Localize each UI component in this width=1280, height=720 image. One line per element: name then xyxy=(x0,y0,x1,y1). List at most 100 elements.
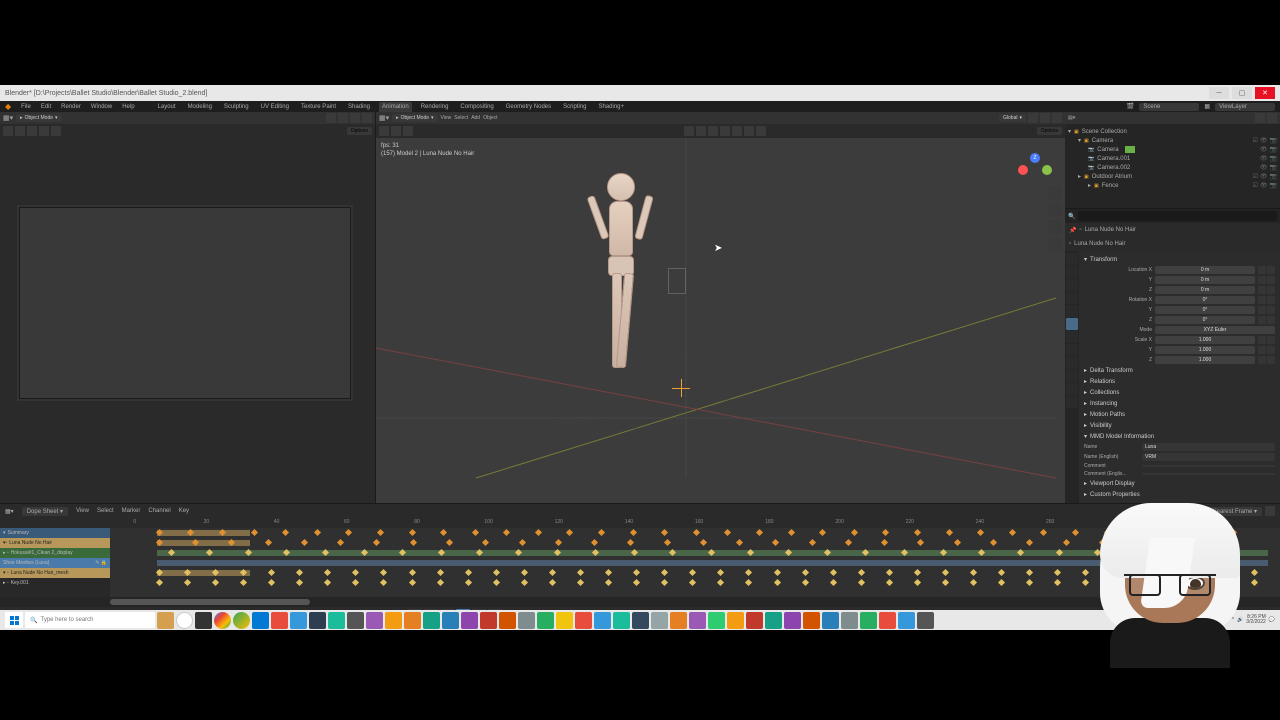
menu-channel[interactable]: Channel xyxy=(148,508,170,514)
snap-btn[interactable] xyxy=(1040,113,1050,123)
move-tool[interactable] xyxy=(403,126,413,136)
tab-texture[interactable]: Texture Paint xyxy=(298,102,339,112)
visibility-header[interactable]: ▸Visibility xyxy=(1084,420,1275,431)
viewport-3d[interactable]: fps: 31 (157) Model 2 | Luna Nude No Hai… xyxy=(376,138,1065,503)
camera-object[interactable] xyxy=(668,268,686,294)
outliner-icon[interactable]: ▤▾ xyxy=(1068,115,1075,121)
anim-icon[interactable] xyxy=(1267,266,1275,274)
select-tool[interactable] xyxy=(3,126,13,136)
overlay-toggle[interactable] xyxy=(696,126,706,136)
taskbar-app-36[interactable] xyxy=(822,612,839,629)
editor-type-icon[interactable]: ▦▾ xyxy=(5,508,14,515)
tab-sculpting[interactable]: Sculpting xyxy=(221,102,252,112)
menu-view[interactable]: View xyxy=(76,508,89,514)
outliner-item[interactable]: ▾▣Camera ☑👁📷 xyxy=(1068,136,1277,145)
rotation-mode[interactable]: XYZ Euler xyxy=(1155,326,1275,334)
motion-paths-header[interactable]: ▸Motion Paths xyxy=(1084,409,1275,420)
menu-key[interactable]: Key xyxy=(179,508,189,514)
rotation-y[interactable]: 0° xyxy=(1155,306,1255,314)
notifications-icon[interactable]: 💬 xyxy=(1269,617,1275,623)
taskbar-app-18[interactable] xyxy=(480,612,497,629)
pan-icon[interactable] xyxy=(1048,203,1062,217)
taskbar-app-15[interactable] xyxy=(423,612,440,629)
scene-tab[interactable] xyxy=(1066,292,1078,304)
mode-dropdown-left[interactable]: ▸Object Mode▾ xyxy=(16,114,61,122)
mmd-header[interactable]: ▾MMD Model Information xyxy=(1084,431,1275,442)
shading-matprev[interactable] xyxy=(744,126,754,136)
menu-select[interactable]: Select xyxy=(97,508,114,514)
menu-help[interactable]: Help xyxy=(122,104,134,110)
perspective-icon[interactable] xyxy=(1048,237,1062,251)
render-tab[interactable] xyxy=(1066,253,1078,265)
taskbar-app-7[interactable] xyxy=(271,612,288,629)
menu-file[interactable]: File xyxy=(21,104,31,110)
taskbar-app-24[interactable] xyxy=(594,612,611,629)
taskbar-app-20[interactable] xyxy=(518,612,535,629)
pivot-btn[interactable] xyxy=(1028,113,1038,123)
taskbar-app-1[interactable] xyxy=(157,612,174,629)
outliner-item[interactable]: ▸▣Outdoor Atrium ☑👁📷 xyxy=(1068,172,1277,181)
rotate-tool[interactable] xyxy=(39,126,49,136)
taskbar-app-25[interactable] xyxy=(613,612,630,629)
output-tab[interactable] xyxy=(1066,266,1078,278)
xray-toggle[interactable] xyxy=(708,126,718,136)
tab-shading2[interactable]: Shading+ xyxy=(595,102,627,112)
mmd-comment-input[interactable] xyxy=(1142,465,1275,467)
taskbar-app-14[interactable] xyxy=(404,612,421,629)
shading-wireframe[interactable] xyxy=(720,126,730,136)
options-dropdown-left[interactable]: Options xyxy=(347,127,372,135)
taskbar-app-38[interactable] xyxy=(860,612,877,629)
menu-view[interactable]: View xyxy=(441,115,452,121)
taskbar-app-33[interactable] xyxy=(765,612,782,629)
delta-transform-header[interactable]: ▸Delta Transform xyxy=(1084,365,1275,376)
location-y[interactable]: 0 m xyxy=(1155,276,1255,284)
taskbar-app-34[interactable] xyxy=(784,612,801,629)
scroll-thumb[interactable] xyxy=(110,599,310,605)
menu-render[interactable]: Render xyxy=(61,104,81,110)
taskbar-app-26[interactable] xyxy=(632,612,649,629)
menu-marker[interactable]: Marker xyxy=(122,508,141,514)
track-row[interactable]: ▸ ▫Hokusai#1_Clean 2_display xyxy=(0,548,110,558)
scene-selector[interactable]: Scene xyxy=(1139,103,1199,111)
mmd-name-en-input[interactable]: VRM xyxy=(1142,453,1275,461)
taskbar-app-11[interactable] xyxy=(347,612,364,629)
scale-z[interactable]: 1.000 xyxy=(1155,356,1255,364)
outliner-search[interactable] xyxy=(1078,211,1277,221)
taskbar-search[interactable]: 🔍 Type here to search xyxy=(25,612,155,628)
data-tab[interactable] xyxy=(1066,383,1078,395)
track-row[interactable]: Shoe Meshes (Luna)✎ 🔒 xyxy=(0,558,110,568)
rotation-x[interactable]: 0° xyxy=(1155,296,1255,304)
options-dropdown-center[interactable]: Options xyxy=(1037,127,1062,135)
location-x[interactable]: 0 m xyxy=(1155,266,1255,274)
taskbar-app-9[interactable] xyxy=(309,612,326,629)
close-button[interactable]: ✕ xyxy=(1255,87,1275,99)
taskbar-app-17[interactable] xyxy=(461,612,478,629)
track-row[interactable]: ▾▫Luna Nude No Hair xyxy=(0,538,110,548)
camera-view-icon[interactable] xyxy=(1048,220,1062,234)
mmd-name-input[interactable]: Luna xyxy=(1142,443,1275,451)
mode-dropdown-center[interactable]: ▸Object Mode▾ xyxy=(392,114,437,122)
taskbar-app-23[interactable] xyxy=(575,612,592,629)
menu-select[interactable]: Select xyxy=(454,115,468,121)
tab-scripting[interactable]: Scripting xyxy=(560,102,589,112)
constraints-tab[interactable] xyxy=(1066,370,1078,382)
filter-icon[interactable] xyxy=(1255,113,1265,123)
proportional-toggle[interactable] xyxy=(362,113,372,123)
relations-header[interactable]: ▸Relations xyxy=(1084,376,1275,387)
tab-compositing[interactable]: Compositing xyxy=(457,102,496,112)
pin-icon[interactable]: 📌 xyxy=(1069,227,1076,234)
pivot-dropdown[interactable] xyxy=(338,113,348,123)
character-model[interactable] xyxy=(586,173,656,393)
taskbar-app-39[interactable] xyxy=(879,612,896,629)
scale-y[interactable]: 1.000 xyxy=(1155,346,1255,354)
cursor-tool[interactable] xyxy=(15,126,25,136)
transform-header[interactable]: ▾Transform xyxy=(1084,254,1275,265)
chrome-icon[interactable] xyxy=(214,612,231,629)
taskbar-app-30[interactable] xyxy=(708,612,725,629)
gizmo-z-axis[interactable]: Z xyxy=(1030,153,1040,163)
orientation-selector[interactable]: Global▾ xyxy=(999,114,1026,122)
lock-icon[interactable] xyxy=(1258,266,1266,274)
taskbar-app-37[interactable] xyxy=(841,612,858,629)
outliner-item[interactable]: 📷Camera.001 👁📷 xyxy=(1068,154,1277,163)
taskbar-app-16[interactable] xyxy=(442,612,459,629)
